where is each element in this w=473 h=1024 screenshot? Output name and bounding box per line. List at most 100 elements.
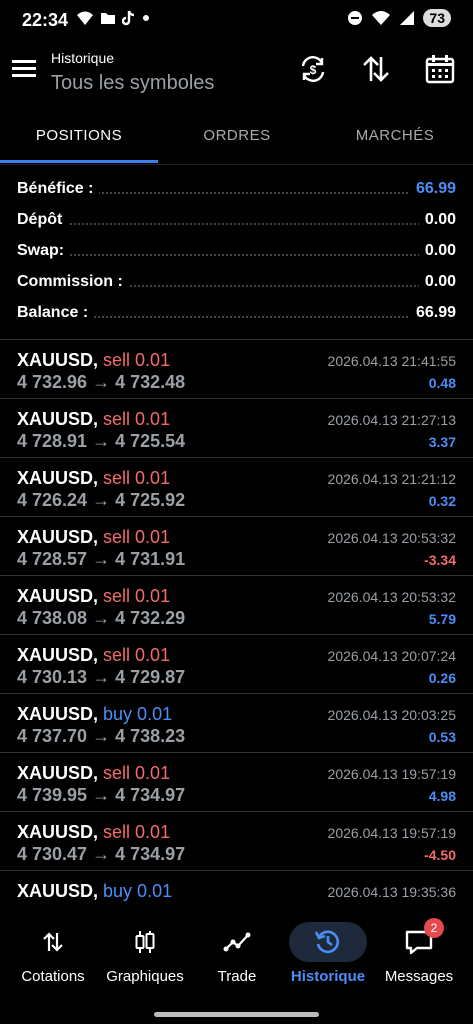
summary-label: Dépôt [17,211,69,229]
nav-messages[interactable]: 2 Messages [372,910,466,985]
deal-profit: 4.98 [428,788,456,804]
deal-prices: 4 730.13 → 4 729.87 [17,667,186,687]
deal-row[interactable]: XAUUSD, sell 0.01 4 728.91 → 4 725.54 2026… [0,398,473,457]
summary-value: 0.00 [418,273,456,291]
nav-label: Graphiques [106,968,184,985]
summary-value: 66.99 [409,180,456,198]
nav-history[interactable]: Historique [281,910,375,985]
dnd-icon [348,11,363,25]
dot-icon [143,15,149,21]
deal-symbol: XAUUSD, [17,763,99,783]
deal-side: sell 0.01 [103,586,171,606]
deal-symbol: XAUUSD, [17,409,99,429]
currency-exchange-icon[interactable]: $ [298,54,328,84]
deal-time: 2026.04.13 19:57:19 [327,766,456,782]
symbol-filter[interactable]: Tous les symboles [51,72,214,95]
deal-prices: 4 738.08 → 4 732.29 [17,608,186,628]
deal-profit: 0.26 [428,670,456,686]
tab-orders[interactable]: ORDRES [158,112,316,164]
tab-markets[interactable]: MARCHÉS [316,112,473,164]
summary-row: Dépôt 0.00 [0,203,473,234]
deal-side: sell 0.01 [103,645,171,665]
deal-prices: 4 726.24 → 4 725.92 [17,490,186,510]
candles-icon [135,931,155,953]
deal-time: 2026.04.13 19:35:36 [327,884,456,900]
trend-icon [223,932,251,952]
deal-symbol-line: XAUUSD, sell 0.01 [17,409,170,430]
deal-prices: 4 737.70 → 4 738.23 [17,726,186,746]
summary-row: Swap: 0.00 [0,234,473,265]
deal-symbol-line: XAUUSD, sell 0.01 [17,645,170,666]
deal-time: 2026.04.13 20:07:24 [327,648,456,664]
folder-icon [101,13,115,24]
deal-profit: -4.50 [424,847,456,863]
deal-row[interactable]: XAUUSD, sell 0.01 4 738.08 → 4 732.29 2026… [0,575,473,634]
summary-row: Bénéfice : 66.99 [0,172,473,203]
home-indicator [154,1012,319,1017]
deal-time: 2026.04.13 20:53:32 [327,530,456,546]
wifi-icon [372,11,391,25]
deal-profit: -3.34 [424,552,456,568]
dotted-leader [17,254,456,256]
summary-row: Balance : 66.99 [0,296,473,327]
deal-profit: 0.32 [428,493,456,509]
deal-symbol: XAUUSD, [17,586,99,606]
deal-symbol: XAUUSD, [17,645,99,665]
nav-label: Messages [384,968,454,985]
deal-row[interactable]: XAUUSD, sell 0.01 4 726.24 → 4 725.92 2026… [0,457,473,516]
deal-row[interactable]: XAUUSD, sell 0.01 4 730.47 → 4 734.97 2026… [0,811,473,870]
deal-symbol: XAUUSD, [17,881,99,901]
deal-side: sell 0.01 [103,763,171,783]
nav-trade[interactable]: Trade [190,910,284,985]
deal-prices: 4 728.57 → 4 731.91 [17,549,186,569]
signal-icon [400,11,415,25]
deal-row[interactable]: XAUUSD, sell 0.01 4 730.13 → 4 729.87 2026… [0,634,473,693]
sort-icon[interactable] [361,54,391,84]
deal-symbol: XAUUSD, [17,704,99,724]
deal-time: 2026.04.13 20:53:32 [327,589,456,605]
summary-row: Commission : 0.00 [0,265,473,296]
deal-profit: 5.79 [428,611,456,627]
deal-row[interactable]: XAUUSD, buy 0.01 4 737.70 → 4 738.23 2026.… [0,693,473,752]
deal-symbol-line: XAUUSD, buy 0.01 [17,704,172,725]
nav-label: Trade [217,968,257,985]
deal-prices: 4 728.91 → 4 725.54 [17,431,186,451]
updown-arrows-icon [43,932,63,952]
deal-symbol-line: XAUUSD, sell 0.01 [17,586,170,607]
top-bar: Historique Tous les symboles $ [0,40,473,106]
deal-side: sell 0.01 [103,350,171,370]
summary-label: Commission : [17,273,129,291]
deal-symbol-line: XAUUSD, buy 0.01 [17,881,172,902]
deal-profit: 0.53 [428,729,456,745]
deal-prices: 4 739.95 → 4 734.97 [17,785,186,805]
calendar-icon[interactable] [425,54,455,84]
bottom-nav: Cotations Graphiques Trade Historique 2 … [0,910,473,1024]
active-tab-indicator [0,160,158,163]
deal-symbol: XAUUSD, [17,527,99,547]
deal-row[interactable]: XAUUSD, sell 0.01 4 739.95 → 4 734.97 2026… [0,752,473,811]
summary-value: 0.00 [418,242,456,260]
menu-icon[interactable] [12,58,38,80]
deal-row[interactable]: XAUUSD, sell 0.01 4 732.96 → 4 732.48 2026… [0,339,473,398]
nav-charts[interactable]: Graphiques [98,910,192,985]
deal-side: sell 0.01 [103,409,171,429]
deal-side: sell 0.01 [103,468,171,488]
deal-time: 2026.04.13 19:57:19 [327,825,456,841]
dotted-leader [17,223,456,225]
nav-cotations[interactable]: Cotations [6,910,100,985]
status-time: 22:34 [22,10,69,30]
tab-positions[interactable]: POSITIONS [0,112,158,164]
summary-label: Balance : [17,304,95,322]
deal-side: buy 0.01 [103,881,173,901]
deal-time: 2026.04.13 21:27:13 [327,412,456,428]
deal-prices: 4 730.47 → 4 734.97 [17,844,186,864]
wifi-call-icon [77,11,93,25]
deal-symbol: XAUUSD, [17,822,99,842]
summary-label: Swap: [17,242,71,260]
nav-label: Cotations [21,968,85,985]
history-icon [314,930,339,954]
deal-symbol: XAUUSD, [17,350,99,370]
deal-row[interactable]: XAUUSD, sell 0.01 4 728.57 → 4 731.91 2026… [0,516,473,575]
deal-time: 2026.04.13 21:21:12 [327,471,456,487]
deal-time: 2026.04.13 20:03:25 [327,707,456,723]
